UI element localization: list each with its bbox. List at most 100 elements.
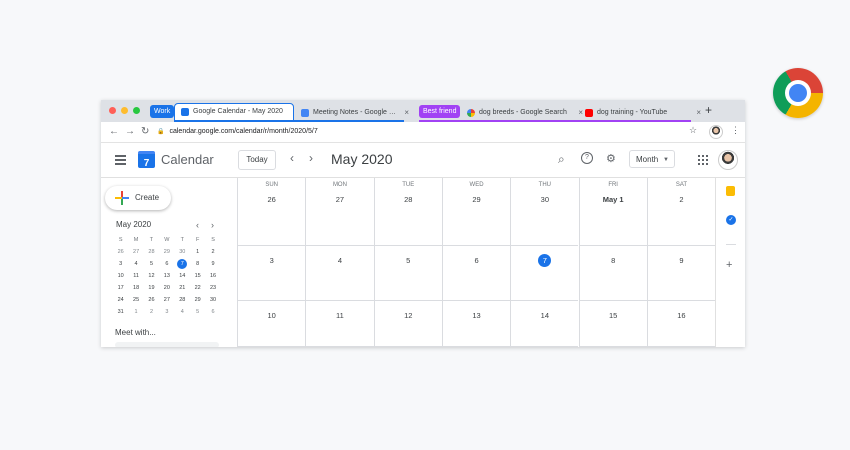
mini-day[interactable]: 6 <box>159 258 174 270</box>
today-button[interactable]: Today <box>238 150 276 170</box>
day-cell[interactable]: 4 <box>305 246 374 301</box>
mini-day[interactable]: 21 <box>175 282 190 294</box>
mini-day[interactable]: 13 <box>159 270 174 282</box>
mini-day[interactable]: 1 <box>190 246 205 258</box>
day-cell[interactable]: 10 <box>237 301 306 347</box>
mini-day[interactable]: 4 <box>175 306 190 318</box>
day-number[interactable]: 14 <box>541 311 549 320</box>
search-icon[interactable]: ⌕ <box>558 152 565 167</box>
mini-day[interactable]: 26 <box>113 246 128 258</box>
day-cell[interactable]: TUE 28 <box>373 178 442 246</box>
back-icon[interactable]: ← <box>109 126 119 137</box>
day-cell[interactable]: 11 <box>305 301 374 347</box>
next-month-icon[interactable]: › <box>309 151 313 165</box>
mini-day[interactable]: 17 <box>113 282 128 294</box>
mini-day[interactable]: 16 <box>205 270 220 282</box>
day-number[interactable]: 11 <box>336 311 344 320</box>
day-number[interactable]: 28 <box>404 195 412 204</box>
mini-day[interactable]: 9 <box>205 258 220 270</box>
day-number[interactable]: 5 <box>406 256 410 265</box>
day-number[interactable]: 10 <box>267 311 275 320</box>
minimize-window-button[interactable] <box>121 107 128 114</box>
day-number[interactable]: 7 <box>538 254 552 267</box>
tab-dog-training[interactable]: dog training - YouTube × <box>579 104 707 122</box>
day-cell[interactable]: 15 <box>578 301 647 347</box>
mini-day[interactable]: 15 <box>190 270 205 282</box>
mini-day[interactable]: 2 <box>144 306 159 318</box>
day-cell[interactable]: 14 <box>510 301 579 347</box>
tab-group-best-friend[interactable]: Best friend <box>419 105 461 118</box>
previous-month-icon[interactable]: ‹ <box>290 151 294 165</box>
browser-menu-icon[interactable]: ⋮ <box>731 125 740 136</box>
day-cell[interactable]: 13 <box>441 301 511 347</box>
day-number[interactable]: 3 <box>270 256 274 265</box>
day-cell[interactable]: MON 27 <box>305 178 374 246</box>
mini-next-icon[interactable]: › <box>211 220 214 230</box>
day-cell[interactable]: 3 <box>237 246 306 301</box>
mini-day[interactable]: 18 <box>128 282 143 294</box>
day-cell[interactable]: 8 <box>578 246 647 301</box>
bookmark-star-icon[interactable]: ☆ <box>689 125 697 136</box>
help-icon[interactable]: ? <box>581 152 593 164</box>
day-cell[interactable]: 16 <box>646 301 716 347</box>
mini-day[interactable]: 3 <box>113 258 128 270</box>
tab-dog-breeds[interactable]: dog breeds - Google Search × <box>461 104 589 122</box>
day-number[interactable]: 4 <box>338 256 342 265</box>
day-number[interactable]: May 1 <box>603 195 624 204</box>
day-number[interactable]: 9 <box>679 256 683 265</box>
mini-day[interactable]: 2 <box>205 246 220 258</box>
mini-previous-icon[interactable]: ‹ <box>196 220 199 230</box>
day-cell[interactable]: SUN 26 <box>237 178 306 246</box>
day-number[interactable]: 13 <box>472 311 480 320</box>
day-number[interactable]: 27 <box>336 195 344 204</box>
profile-avatar[interactable] <box>709 125 723 139</box>
day-cell[interactable]: 9 <box>646 246 716 301</box>
mini-day[interactable]: 3 <box>159 306 174 318</box>
tasks-icon[interactable]: ✓ <box>726 215 736 225</box>
tab-meeting-notes[interactable]: Meeting Notes - Google Docs × <box>295 104 415 122</box>
mini-day[interactable]: 25 <box>128 294 143 306</box>
mini-day[interactable]: 11 <box>128 270 143 282</box>
day-number[interactable]: 2 <box>679 195 683 204</box>
day-cell[interactable]: 7 <box>510 246 579 301</box>
new-tab-button[interactable]: + <box>705 103 712 117</box>
day-number[interactable]: 29 <box>472 195 480 204</box>
day-cell[interactable]: FRI May 1 <box>578 178 647 246</box>
mini-day[interactable]: 20 <box>159 282 174 294</box>
day-number[interactable]: 30 <box>541 195 549 204</box>
reload-icon[interactable]: ↻ <box>141 126 149 137</box>
forward-icon[interactable]: → <box>125 126 135 137</box>
mini-day[interactable]: 24 <box>113 294 128 306</box>
mini-day[interactable]: 19 <box>144 282 159 294</box>
mini-day[interactable]: 26 <box>144 294 159 306</box>
tab-close-icon[interactable]: × <box>404 104 409 122</box>
add-addon-icon[interactable]: + <box>726 259 732 271</box>
main-menu-icon[interactable] <box>115 155 126 167</box>
mini-day[interactable]: 22 <box>190 282 205 294</box>
meet-search-field[interactable] <box>115 342 219 347</box>
mini-day[interactable]: 30 <box>205 294 220 306</box>
mini-day[interactable]: 27 <box>128 246 143 258</box>
mini-day[interactable]: 8 <box>190 258 205 270</box>
mini-day[interactable]: 5 <box>190 306 205 318</box>
tab-google-calendar[interactable]: Google Calendar - May 2020 <box>174 103 294 121</box>
day-cell[interactable]: THU 30 <box>510 178 579 246</box>
mini-day[interactable]: 27 <box>159 294 174 306</box>
mini-day[interactable]: 30 <box>175 246 190 258</box>
close-window-button[interactable] <box>109 107 116 114</box>
keep-icon[interactable] <box>726 186 735 196</box>
mini-day[interactable]: 5 <box>144 258 159 270</box>
day-cell[interactable]: SAT 2 <box>646 178 716 246</box>
mini-day[interactable]: 12 <box>144 270 159 282</box>
day-number[interactable]: 15 <box>609 311 617 320</box>
day-cell[interactable]: WED 29 <box>441 178 511 246</box>
mini-day[interactable]: 6 <box>205 306 220 318</box>
mini-day[interactable]: 1 <box>128 306 143 318</box>
mini-day[interactable]: 4 <box>128 258 143 270</box>
mini-day[interactable]: 7 <box>177 259 188 269</box>
mini-day[interactable]: 23 <box>205 282 220 294</box>
day-number[interactable]: 26 <box>267 195 275 204</box>
view-switcher[interactable]: Month ▼ <box>629 150 675 168</box>
mini-day[interactable]: 10 <box>113 270 128 282</box>
mini-day[interactable]: 29 <box>159 246 174 258</box>
